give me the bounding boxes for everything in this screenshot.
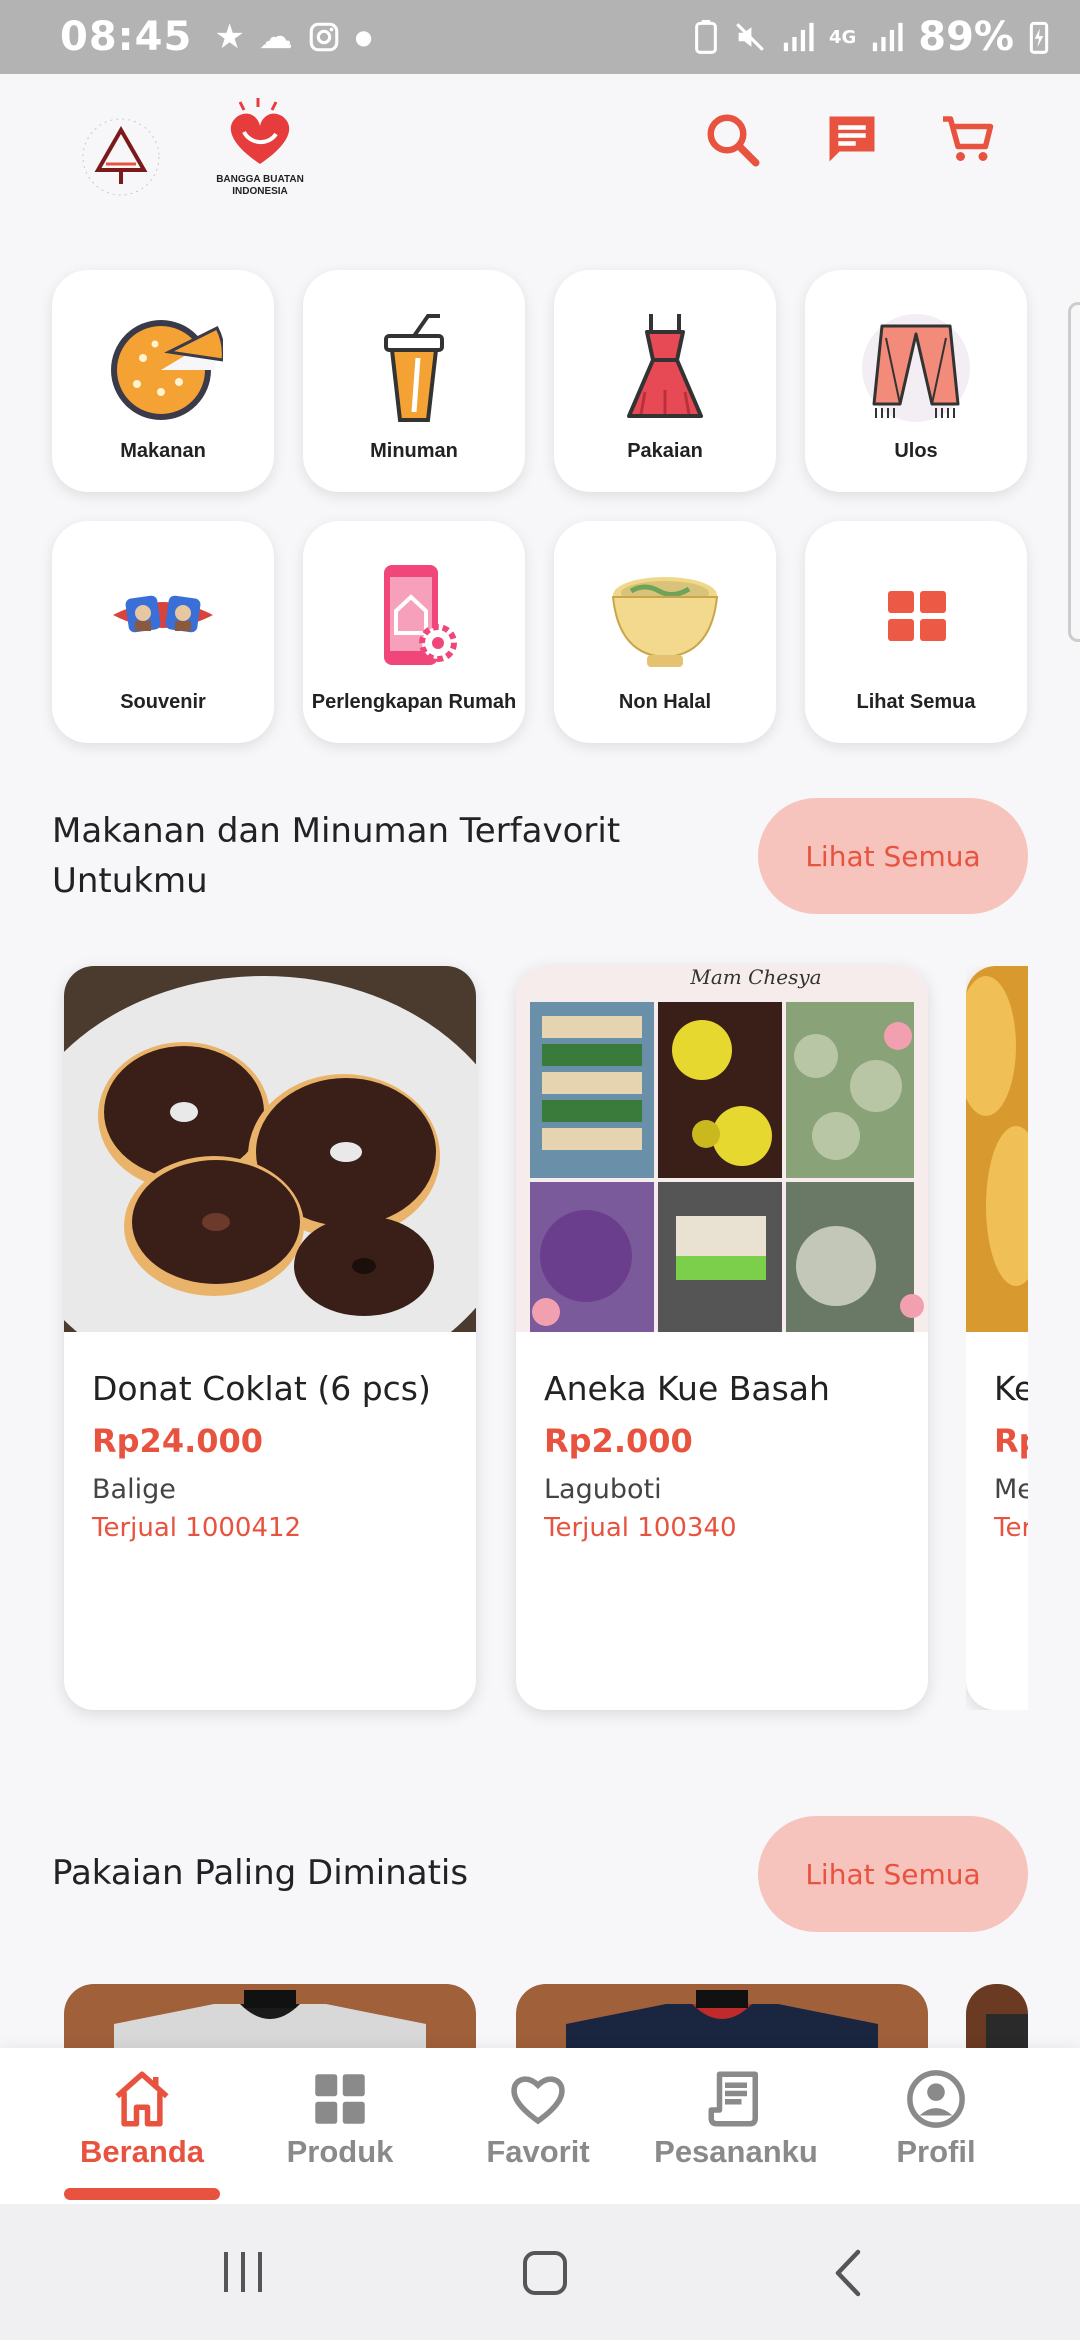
cloud-icon: ☁ bbox=[258, 17, 293, 57]
see-all-clothes-button[interactable]: Lihat Semua bbox=[758, 1816, 1028, 1932]
status-bar: 08:45 ★ ☁ ● 4G 89% bbox=[0, 0, 1080, 74]
category-minuman[interactable]: Minuman bbox=[303, 270, 525, 492]
search-icon[interactable] bbox=[702, 109, 762, 169]
product-price: Rp24.000 bbox=[92, 1422, 264, 1460]
app-header: BANGGA BUATAN INDONESIA bbox=[0, 74, 1080, 204]
category-label: Ulos bbox=[894, 440, 938, 462]
back-icon[interactable] bbox=[830, 2248, 866, 2298]
receipt-icon bbox=[708, 2071, 758, 2127]
rumah-kreatif-toba-logo bbox=[82, 118, 160, 196]
product-card[interactable]: Mam Chesya Aneka Kue Basah Rp2.000 Lagub… bbox=[516, 966, 928, 1710]
product-sold-count: Ter bbox=[994, 1513, 1028, 1543]
section-title-food: Makanan dan Minuman Terfavorit Untukmu bbox=[52, 811, 621, 901]
product-price: Rp bbox=[994, 1422, 1028, 1460]
category-label: Minuman bbox=[370, 440, 458, 462]
pizza-icon bbox=[111, 320, 223, 420]
nav-label: Favorit bbox=[486, 2134, 590, 2169]
bowl-icon bbox=[611, 577, 719, 667]
product-name: Ke bbox=[994, 1369, 1028, 1408]
svg-text:BANGGA BUATAN: BANGGA BUATAN bbox=[216, 174, 304, 185]
grid-icon bbox=[888, 591, 946, 641]
category-label: Non Halal bbox=[618, 691, 712, 713]
category-non-halal[interactable]: Non Halal bbox=[554, 521, 776, 743]
product-location: Me bbox=[994, 1474, 1028, 1505]
system-navigation-bar bbox=[0, 2204, 1080, 2340]
product-location: Balige bbox=[92, 1474, 176, 1505]
nav-label: Pesananku bbox=[654, 2134, 818, 2169]
category-label: Pakaian bbox=[627, 440, 703, 462]
category-lihat-semua[interactable]: Lihat Semua bbox=[805, 521, 1027, 743]
grid-icon bbox=[315, 2074, 365, 2124]
nav-beranda[interactable]: Beranda bbox=[42, 2066, 242, 2170]
ulos-cloth-icon bbox=[862, 314, 970, 422]
category-ulos[interactable]: Ulos bbox=[805, 270, 1027, 492]
category-label: Lihat Semua bbox=[856, 691, 976, 713]
profile-icon bbox=[907, 2070, 965, 2128]
battery-percentage: 89% bbox=[918, 14, 1014, 60]
svg-text:INDONESIA: INDONESIA bbox=[232, 186, 288, 197]
category-label: Perlengkapan Rumah bbox=[311, 691, 517, 713]
home-equipment-icon bbox=[384, 565, 457, 665]
nav-profil[interactable]: Profil bbox=[836, 2066, 1036, 2170]
nav-label: Produk bbox=[286, 2134, 394, 2169]
product-location: Laguboti bbox=[544, 1474, 662, 1505]
network-type: 4G bbox=[828, 26, 857, 48]
chat-icon[interactable] bbox=[822, 109, 882, 169]
product-name: Aneka Kue Basah bbox=[544, 1369, 830, 1408]
home-icon bbox=[115, 2071, 169, 2127]
dress-icon bbox=[627, 314, 703, 418]
image-caption: Mam Chesya bbox=[689, 966, 821, 989]
category-label: Makanan bbox=[120, 440, 206, 462]
recent-apps-icon[interactable] bbox=[220, 2250, 266, 2294]
section-title-clothes: Pakaian Paling Diminatis bbox=[52, 1853, 469, 1893]
see-all-food-button[interactable]: Lihat Semua bbox=[758, 798, 1028, 914]
star-icon: ★ bbox=[214, 17, 245, 57]
signal-icon-2 bbox=[873, 22, 903, 52]
drink-icon bbox=[384, 314, 444, 422]
product-image-donut bbox=[64, 966, 476, 1396]
nav-produk[interactable]: Produk bbox=[240, 2066, 440, 2170]
cart-icon[interactable] bbox=[938, 109, 998, 169]
category-souvenir[interactable]: Souvenir bbox=[52, 521, 274, 743]
category-perlengkapan-rumah[interactable]: Perlengkapan Rumah bbox=[303, 521, 525, 743]
product-image-kue-basah: Mam Chesya bbox=[516, 966, 928, 1332]
nav-pesananku[interactable]: Pesananku bbox=[636, 2066, 836, 2170]
signal-icon bbox=[783, 22, 814, 52]
dot-icon: ● bbox=[354, 25, 373, 49]
battery-charging-icon bbox=[1029, 21, 1049, 54]
product-card[interactable]: Ke Rp Me Ter bbox=[966, 966, 1028, 1710]
battery-saver-icon bbox=[695, 20, 717, 54]
mute-icon bbox=[736, 23, 764, 51]
active-tab-indicator bbox=[64, 2188, 220, 2200]
heart-icon bbox=[511, 2076, 565, 2125]
scroll-indicator bbox=[1068, 302, 1080, 642]
product-sold-count: Terjual 100340 bbox=[544, 1513, 737, 1543]
category-pakaian[interactable]: Pakaian bbox=[554, 270, 776, 492]
bangga-buatan-indonesia-logo: BANGGA BUATAN INDONESIA bbox=[216, 98, 304, 197]
nav-label: Beranda bbox=[79, 2134, 205, 2169]
product-card[interactable]: Donat Coklat (6 pcs) Rp24.000 Balige Ter… bbox=[64, 966, 476, 1710]
bottom-navigation: Beranda Produk Favorit Pesananku Profil bbox=[0, 2048, 1080, 2204]
souvenir-icon bbox=[113, 595, 213, 633]
product-image-chips bbox=[966, 966, 1028, 1332]
home-button-icon[interactable] bbox=[522, 2250, 568, 2296]
category-label: Souvenir bbox=[120, 691, 206, 713]
nav-favorit[interactable]: Favorit bbox=[438, 2066, 638, 2170]
nav-label: Profil bbox=[896, 2134, 976, 2169]
product-card-clip: Ke Rp Me Ter bbox=[966, 966, 1028, 1710]
product-sold-count: Terjual 1000412 bbox=[92, 1513, 302, 1543]
category-makanan[interactable]: Makanan bbox=[52, 270, 274, 492]
instagram-icon bbox=[309, 22, 339, 52]
product-price: Rp2.000 bbox=[544, 1422, 693, 1460]
status-time: 08:45 bbox=[60, 14, 193, 60]
product-name: Donat Coklat (6 pcs) bbox=[92, 1369, 431, 1408]
